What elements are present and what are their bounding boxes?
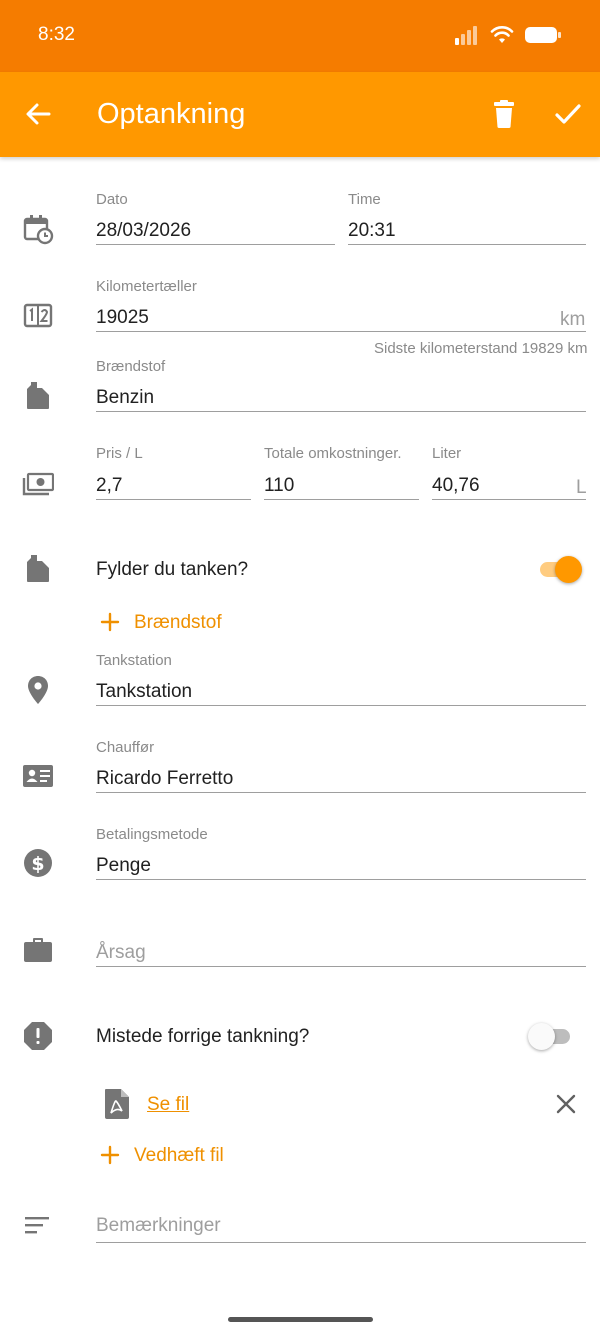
total-field[interactable]: 110 bbox=[264, 475, 294, 497]
alert-octagon-icon bbox=[24, 1022, 52, 1050]
toggle-thumb bbox=[555, 556, 582, 583]
page-title: Optankning bbox=[97, 98, 246, 130]
status-bar: 8:32 bbox=[0, 0, 600, 72]
fill-tank-toggle[interactable] bbox=[536, 553, 582, 585]
calendar-clock-icon bbox=[23, 215, 54, 245]
time-underline bbox=[348, 244, 586, 245]
wifi-icon bbox=[490, 26, 514, 43]
date-underline bbox=[96, 244, 335, 245]
liters-label: Liter bbox=[432, 445, 462, 462]
odometer-helper: Sidste kilometerstand 19829 km bbox=[374, 340, 588, 357]
payment-field[interactable]: Penge bbox=[96, 855, 151, 877]
home-indicator[interactable] bbox=[228, 1317, 373, 1322]
liters-underline bbox=[432, 499, 586, 500]
status-icons bbox=[454, 25, 562, 45]
station-label: Tankstation bbox=[96, 652, 172, 669]
missed-toggle[interactable] bbox=[528, 1020, 574, 1052]
view-file-link[interactable]: Se fil bbox=[147, 1094, 189, 1116]
station-underline bbox=[96, 705, 586, 706]
odometer-unit: km bbox=[560, 309, 586, 330]
fill-tank-label: Fylder du tanken? bbox=[96, 559, 249, 580]
plus-icon bbox=[100, 612, 120, 632]
reason-field[interactable]: Årsag bbox=[96, 942, 146, 964]
total-label: Totale omkostninger. bbox=[264, 445, 402, 462]
driver-field[interactable]: Ricardo Ferretto bbox=[96, 768, 233, 790]
fuel-field[interactable]: Benzin bbox=[96, 387, 154, 409]
notes-icon bbox=[25, 1217, 49, 1234]
price-field[interactable]: 2,7 bbox=[96, 475, 122, 497]
close-icon[interactable] bbox=[554, 1092, 578, 1116]
pdf-file-icon bbox=[105, 1089, 129, 1119]
signal-icon bbox=[455, 26, 477, 45]
driver-underline bbox=[96, 792, 586, 793]
payment-underline bbox=[96, 879, 586, 880]
location-pin-icon bbox=[28, 676, 48, 704]
missed-label: Mistede forrige tankning? bbox=[96, 1026, 310, 1047]
odometer-label: Kilometertæller bbox=[96, 278, 197, 295]
odometer-underline bbox=[96, 331, 586, 332]
total-underline bbox=[264, 499, 419, 500]
app-bar: Optankning bbox=[0, 72, 600, 157]
trash-icon[interactable] bbox=[488, 98, 520, 130]
fuel-label: Brændstof bbox=[96, 358, 166, 375]
payment-label: Betalingsmetode bbox=[96, 826, 208, 843]
svg-text:$: $ bbox=[31, 853, 44, 875]
liters-field[interactable]: 40,76 bbox=[432, 475, 480, 497]
battery-icon bbox=[525, 27, 561, 43]
status-time: 8:32 bbox=[38, 24, 75, 45]
arrow-back-icon[interactable] bbox=[22, 98, 54, 130]
time-label: Time bbox=[348, 191, 381, 208]
driver-label: Chauffør bbox=[96, 739, 155, 756]
fuel-can-icon bbox=[27, 555, 49, 582]
time-field[interactable]: 20:31 bbox=[348, 220, 396, 242]
driver-card-icon bbox=[23, 765, 53, 787]
attach-file-button[interactable]: Vedhæft fil bbox=[134, 1145, 224, 1167]
notes-underline bbox=[96, 1242, 586, 1243]
odometer-field[interactable]: 19025 bbox=[96, 307, 149, 329]
notes-field[interactable]: Bemærkninger bbox=[96, 1215, 221, 1237]
dollar-icon: $ bbox=[24, 849, 52, 877]
add-fuel-button[interactable]: Brændstof bbox=[134, 612, 222, 634]
fuel-can-icon bbox=[27, 382, 49, 409]
plus-icon bbox=[100, 1145, 120, 1165]
check-icon[interactable] bbox=[551, 98, 585, 130]
money-icon bbox=[22, 472, 54, 496]
liters-unit: L bbox=[576, 477, 587, 498]
toggle-thumb bbox=[528, 1023, 555, 1050]
reason-underline bbox=[96, 966, 586, 967]
briefcase-icon bbox=[24, 938, 52, 962]
odometer-icon bbox=[23, 303, 53, 328]
date-field[interactable]: 28/03/2026 bbox=[96, 220, 191, 242]
fuel-underline bbox=[96, 411, 586, 412]
station-field[interactable]: Tankstation bbox=[96, 681, 192, 703]
date-label: Dato bbox=[96, 191, 128, 208]
price-underline bbox=[96, 499, 251, 500]
price-label: Pris / L bbox=[96, 445, 143, 462]
